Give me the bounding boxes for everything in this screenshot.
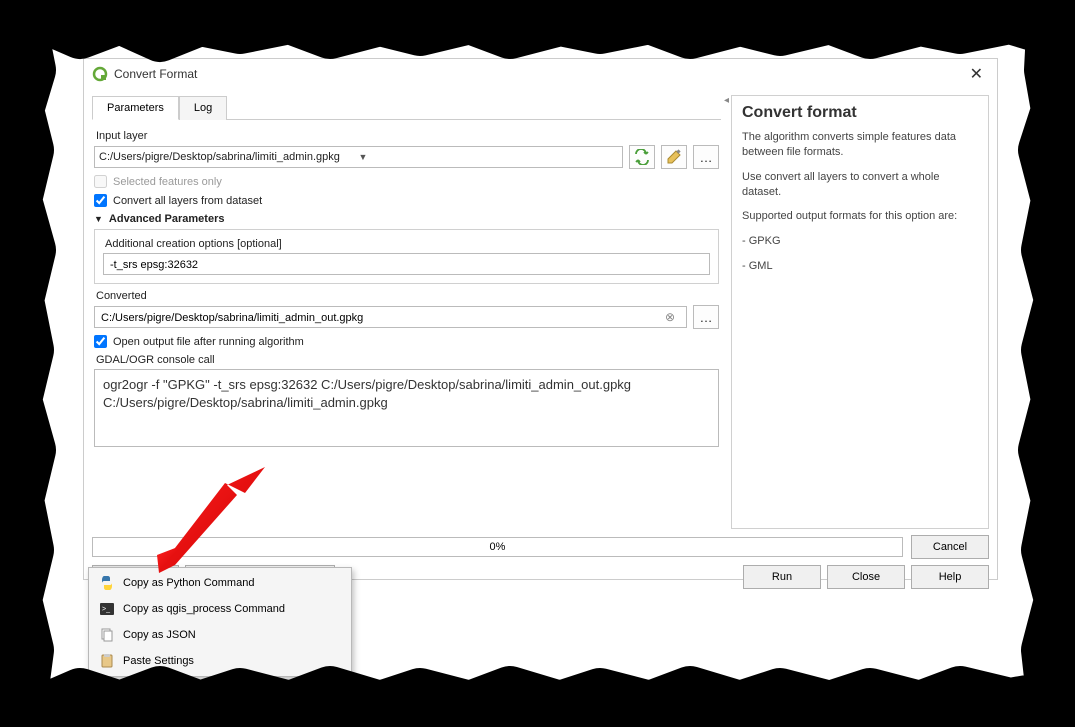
additional-options-label: Additional creation options [optional] [105, 238, 710, 250]
help-paragraph-1: The algorithm converts simple features d… [742, 130, 978, 160]
python-icon [99, 575, 115, 591]
progress-bar: 0% [92, 537, 903, 557]
converted-label: Converted [96, 290, 719, 302]
tab-parameters[interactable]: Parameters [92, 96, 179, 120]
splitter[interactable]: ◂ [721, 95, 731, 529]
clear-icon[interactable]: ⊗ [665, 310, 675, 324]
selected-features-label: Selected features only [113, 176, 222, 188]
chevron-down-icon: ▼ [356, 152, 619, 162]
help-format-1: - GPKG [742, 234, 978, 249]
browse-output-button[interactable]: … [693, 305, 719, 329]
selected-features-row: Selected features only [94, 175, 719, 188]
options-button[interactable] [661, 145, 687, 169]
menu-copy-json[interactable]: Copy as JSON [91, 622, 349, 648]
window-title: Convert Format [114, 67, 964, 81]
open-after-row[interactable]: Open output file after running algorithm [94, 335, 719, 348]
advanced-menu: Copy as Python Command >_ Copy as qgis_p… [88, 567, 352, 677]
convert-format-dialog: Convert Format ✕ Parameters Log Input la… [83, 58, 998, 580]
browse-input-button[interactable]: … [693, 145, 719, 169]
input-layer-label: Input layer [96, 130, 719, 142]
paste-icon [99, 653, 115, 669]
svg-text:>_: >_ [102, 606, 110, 613]
close-button[interactable]: Close [827, 565, 905, 589]
converted-output-input[interactable] [94, 306, 687, 328]
additional-options-input[interactable] [103, 253, 710, 275]
parameters-scroll: Input layer C:/Users/pigre/Desktop/sabri… [92, 120, 721, 529]
console-call-label: GDAL/OGR console call [96, 354, 719, 366]
help-button[interactable]: Help [911, 565, 989, 589]
advanced-parameters-header[interactable]: ▼ Advanced Parameters [94, 213, 719, 225]
cancel-button[interactable]: Cancel [911, 535, 989, 559]
convert-all-label: Convert all layers from dataset [113, 195, 262, 207]
convert-all-row[interactable]: Convert all layers from dataset [94, 194, 719, 207]
run-button[interactable]: Run [743, 565, 821, 589]
advanced-parameters-box: Additional creation options [optional] [94, 229, 719, 284]
menu-copy-qgis-process[interactable]: >_ Copy as qgis_process Command [91, 596, 349, 622]
tab-log[interactable]: Log [179, 96, 227, 120]
help-title: Convert format [742, 104, 978, 122]
help-format-2: - GML [742, 259, 978, 274]
progress-row: 0% Cancel [84, 529, 997, 559]
dialog-body: Parameters Log Input layer C:/Users/pigr… [84, 89, 997, 529]
iterate-button[interactable] [629, 145, 655, 169]
help-paragraph-2: Use convert all layers to convert a whol… [742, 170, 978, 200]
menu-copy-qgis-label: Copy as qgis_process Command [123, 603, 285, 615]
open-after-checkbox[interactable] [94, 335, 107, 348]
menu-copy-json-label: Copy as JSON [123, 629, 196, 641]
input-layer-combo[interactable]: C:/Users/pigre/Desktop/sabrina/limiti_ad… [94, 146, 623, 168]
convert-all-checkbox[interactable] [94, 194, 107, 207]
open-after-label: Open output file after running algorithm [113, 336, 304, 348]
selected-features-checkbox [94, 175, 107, 188]
menu-paste-settings[interactable]: Paste Settings [91, 648, 349, 674]
close-icon[interactable]: ✕ [964, 64, 989, 84]
help-paragraph-3: Supported output formats for this option… [742, 209, 978, 224]
splitter-handle-icon: ◂ [724, 95, 729, 106]
menu-copy-python-label: Copy as Python Command [123, 577, 254, 589]
triangle-down-icon: ▼ [94, 214, 103, 224]
copy-icon [99, 627, 115, 643]
advanced-parameters-title: Advanced Parameters [109, 213, 225, 225]
parameters-pane: Parameters Log Input layer C:/Users/pigr… [92, 95, 721, 529]
menu-copy-python[interactable]: Copy as Python Command [91, 570, 349, 596]
titlebar: Convert Format ✕ [84, 59, 997, 89]
input-layer-value: C:/Users/pigre/Desktop/sabrina/limiti_ad… [99, 151, 356, 163]
help-panel: Convert format The algorithm converts si… [731, 95, 989, 529]
progress-text: 0% [490, 541, 506, 553]
console-call-box[interactable]: ogr2ogr -f "GPKG" -t_srs epsg:32632 C:/U… [94, 369, 719, 447]
tab-bar: Parameters Log [92, 95, 721, 120]
qgis-icon [92, 66, 108, 82]
menu-paste-label: Paste Settings [123, 655, 194, 667]
terminal-icon: >_ [99, 601, 115, 617]
